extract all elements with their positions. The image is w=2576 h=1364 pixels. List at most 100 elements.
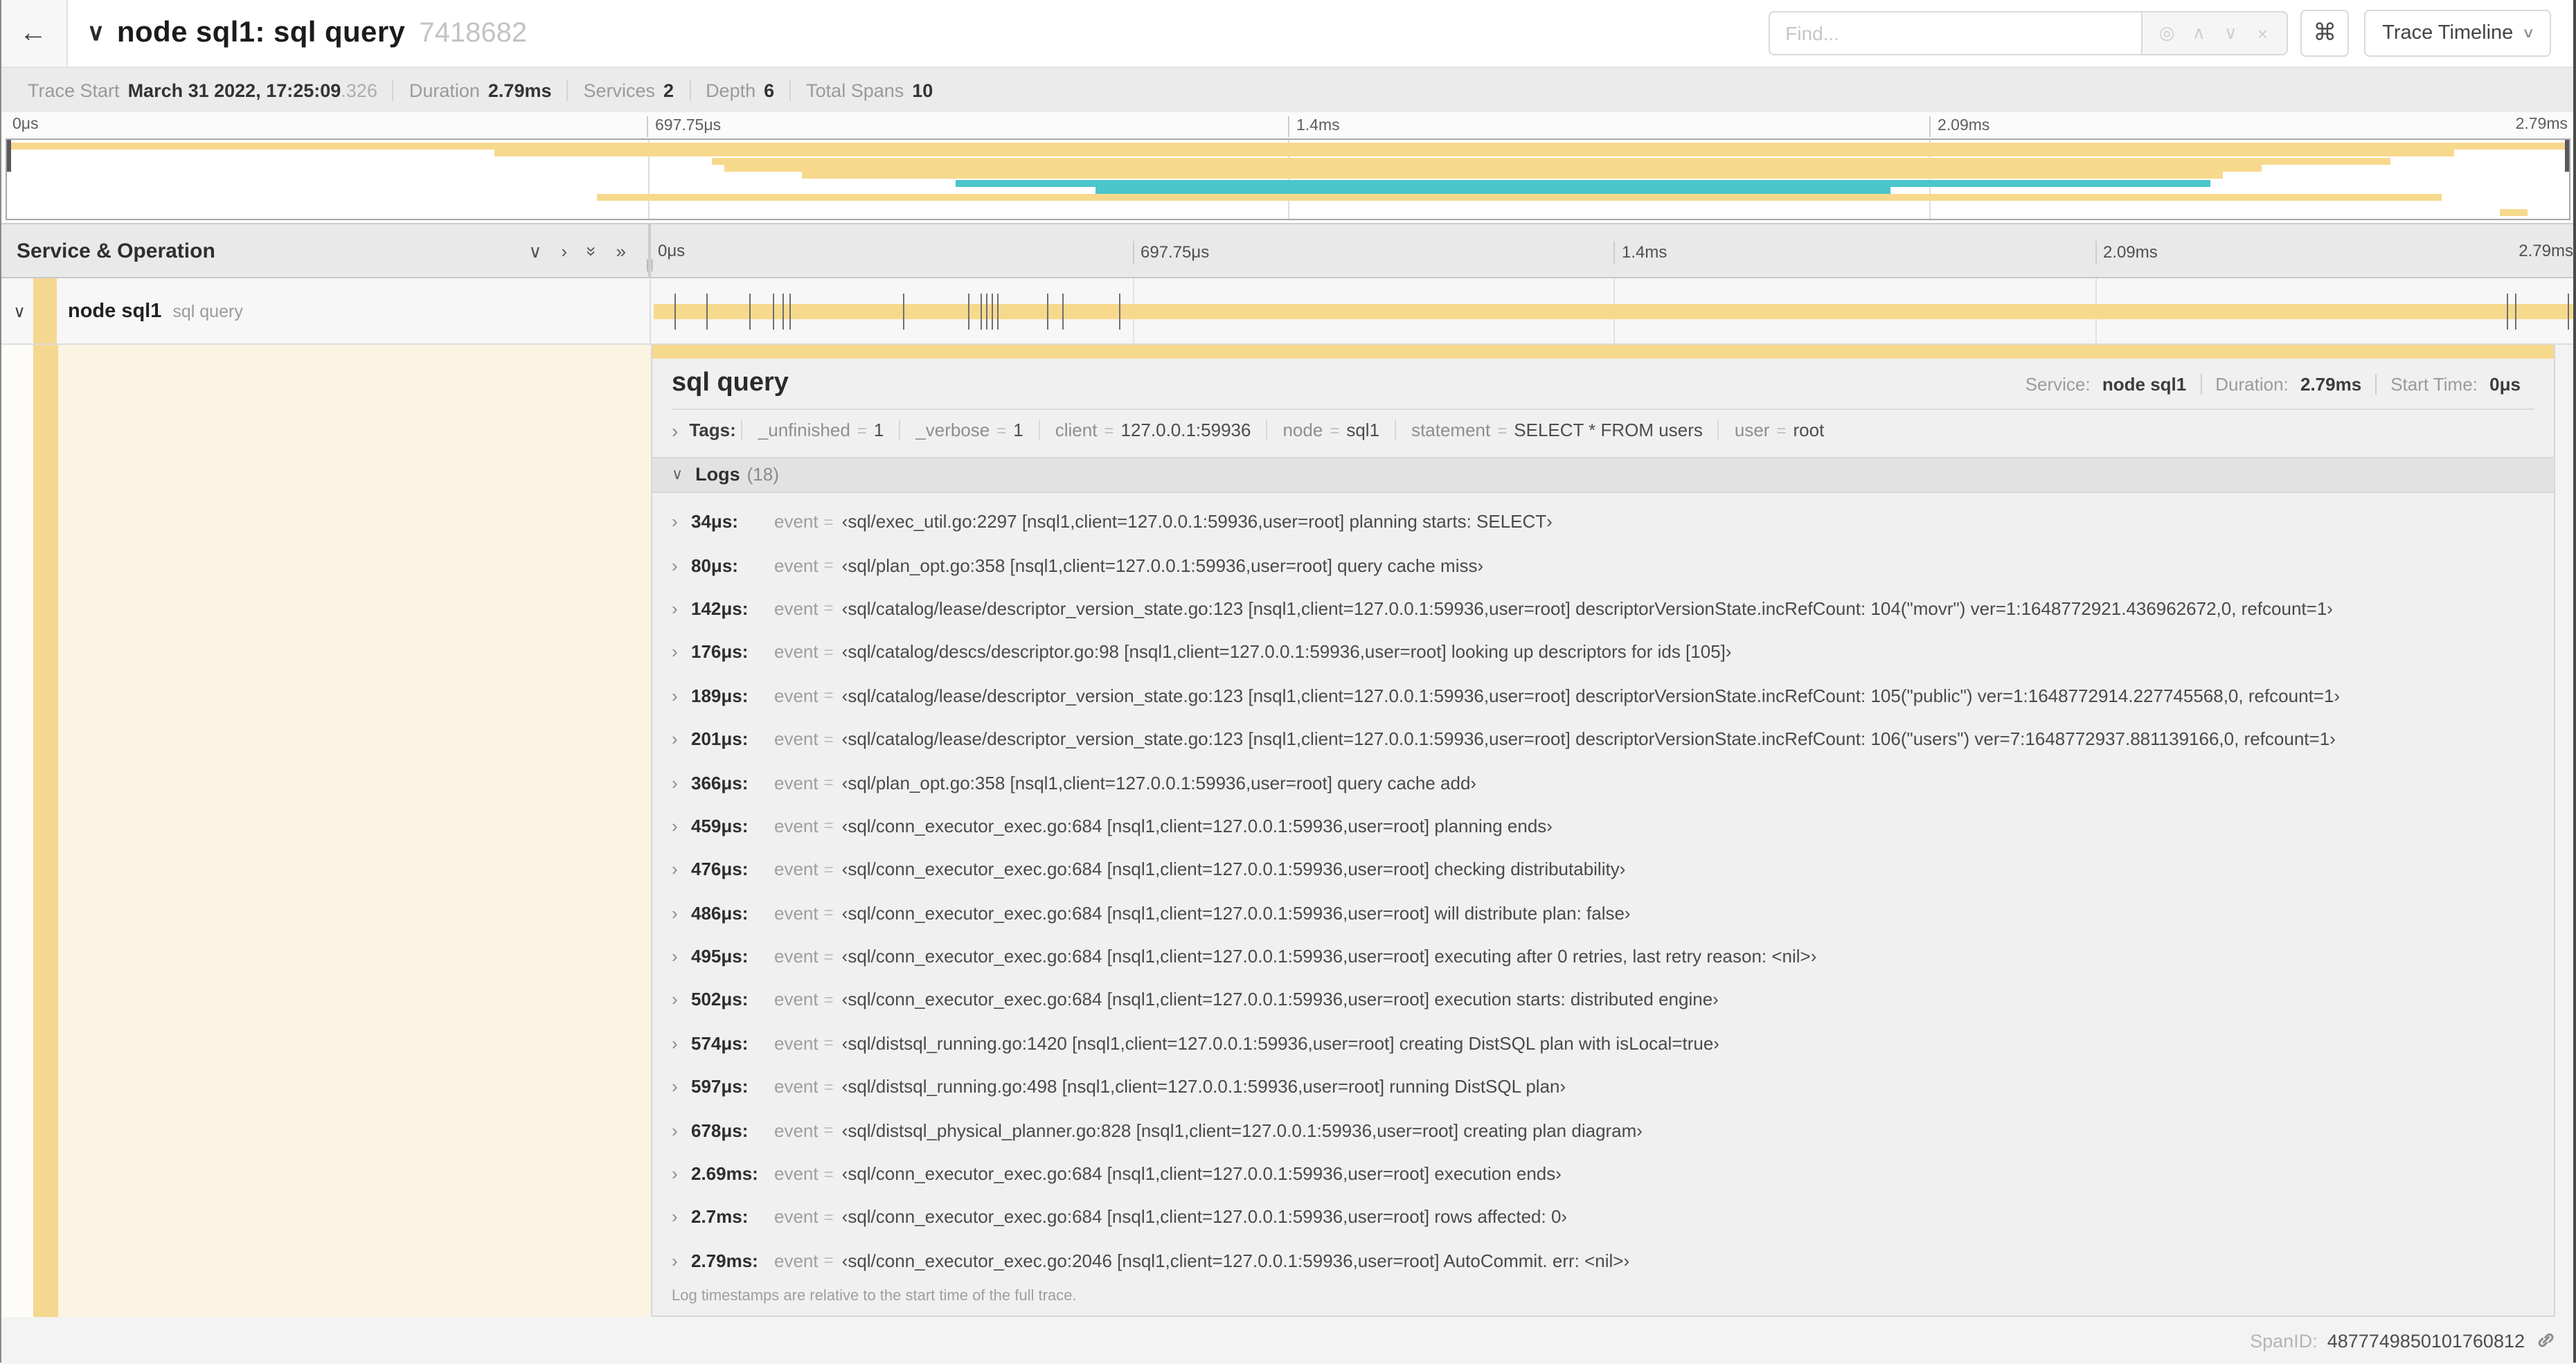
log-timestamp: 597μs: [691, 1076, 749, 1097]
span-row-name-cell[interactable]: ∨ node sql1 sql query [0, 278, 651, 343]
log-row[interactable]: › 201μs: event = ‹sql/catalog/lease/desc… [672, 717, 2534, 761]
minimap-canvas[interactable] [6, 138, 2570, 220]
log-row[interactable]: › 486μs: event = ‹sql/conn_executor_exec… [672, 891, 2534, 935]
chevron-down-icon[interactable]: ∨ [672, 466, 683, 484]
chevron-right-icon[interactable]: › [672, 1076, 691, 1097]
span-service-name: node sql1 [68, 300, 162, 322]
span-bar-track[interactable] [651, 278, 2576, 343]
log-row[interactable]: › 189μs: event = ‹sql/catalog/lease/desc… [672, 674, 2534, 717]
log-row[interactable]: › 2.7ms: event = ‹sql/conn_executor_exec… [672, 1195, 2534, 1239]
chevron-right-icon[interactable]: › [672, 859, 691, 880]
log-equals: = [823, 946, 834, 967]
log-row[interactable]: › 142μs: event = ‹sql/catalog/lease/desc… [672, 587, 2534, 631]
chevron-right-icon[interactable]: › [672, 511, 691, 532]
meta-value: node sql1 [2102, 373, 2187, 395]
log-row[interactable]: › 2.79ms: event = ‹sql/conn_executor_exe… [672, 1239, 2534, 1282]
log-timestamp: 486μs: [691, 902, 749, 924]
log-value: ‹sql/plan_opt.go:358 [nsql1,client=127.0… [841, 555, 1484, 576]
top-controls: ◎ ∧ ∨ × ⌘ Trace Timeline ∨ [1769, 10, 2551, 57]
minimap-right-scrubber[interactable] [2565, 140, 2569, 172]
trace-title-group[interactable]: ∨ node sql1: sql query 7418682 [87, 17, 1769, 50]
span-duration-bar[interactable] [654, 303, 2573, 318]
chevron-down-icon: ∨ [2521, 26, 2535, 41]
log-row[interactable]: › 678μs: event = ‹sql/distsql_physical_p… [672, 1109, 2534, 1152]
chevron-right-icon[interactable]: › [672, 989, 691, 1010]
log-field-name: event [774, 685, 819, 706]
chevron-right-icon[interactable]: › [672, 555, 691, 575]
log-equals: = [823, 729, 834, 749]
chevron-right-icon[interactable]: › [672, 1033, 691, 1054]
summary-label: Depth [706, 80, 756, 100]
find-prev-icon[interactable]: ∧ [2183, 12, 2215, 54]
log-field-name: event [774, 815, 819, 836]
log-row[interactable]: › 574μs: event = ‹sql/distsql_running.go… [672, 1021, 2534, 1065]
logs-count: (18) [746, 464, 779, 485]
detail-operation-title: sql query [672, 368, 789, 397]
chevron-right-icon[interactable]: › [672, 598, 691, 619]
log-row[interactable]: › 366μs: event = ‹sql/plan_opt.go:358 [n… [672, 761, 2534, 805]
view-selector-button[interactable]: Trace Timeline ∨ [2364, 10, 2551, 57]
chevron-down-icon[interactable]: ∨ [87, 19, 105, 47]
chevron-right-icon[interactable]: › [672, 420, 678, 442]
log-row[interactable]: › 597μs: event = ‹sql/distsql_running.go… [672, 1065, 2534, 1109]
trace-id-short: 7418682 [419, 17, 528, 48]
log-timestamp: 80μs: [691, 555, 738, 576]
expand-one-icon[interactable]: › [561, 242, 567, 260]
log-field-name: event [774, 1032, 819, 1054]
logs-header[interactable]: ∨ Logs (18) [652, 456, 2554, 493]
detail-meta: Service: node sql1 Duration: 2.79ms Star… [2012, 373, 2534, 395]
log-timestamp: 34μs: [691, 511, 738, 532]
find-input[interactable] [1769, 11, 2142, 55]
chevron-right-icon[interactable]: › [672, 1163, 691, 1184]
log-timestamp: 574μs: [691, 1032, 749, 1054]
tag-value: SELECT * FROM users [1514, 420, 1703, 441]
tag-key: user [1734, 420, 1770, 441]
chevron-right-icon[interactable]: › [672, 1207, 691, 1228]
log-row[interactable]: › 34μs: event = ‹sql/exec_util.go:2297 [… [672, 500, 2534, 544]
log-row[interactable]: › 476μs: event = ‹sql/conn_executor_exec… [672, 847, 2534, 891]
log-timestamp: 201μs: [691, 728, 749, 750]
log-row[interactable]: › 502μs: event = ‹sql/conn_executor_exec… [672, 978, 2534, 1022]
collapse-one-icon[interactable]: ∨ [528, 242, 542, 260]
minimap-left-scrubber[interactable] [7, 140, 11, 172]
tag-equals: = [1330, 421, 1340, 441]
keyboard-shortcuts-button[interactable]: ⌘ [2300, 10, 2350, 57]
deep-link-icon[interactable] [2534, 1330, 2555, 1351]
log-equals: = [823, 1120, 834, 1140]
chevron-right-icon[interactable]: › [672, 772, 691, 793]
collapse-all-icon[interactable]: » [581, 246, 602, 255]
log-value: ‹sql/distsql_running.go:498 [nsql1,clien… [841, 1076, 1566, 1097]
log-field-name: event [774, 598, 819, 619]
trace-minimap: 0μs 697.75μs 1.4ms 2.09ms 2.79ms [0, 112, 2576, 223]
tag-value: 1 [873, 420, 884, 441]
chevron-right-icon[interactable]: › [672, 816, 691, 836]
log-timestamp: 476μs: [691, 859, 749, 880]
log-row[interactable]: › 176μs: event = ‹sql/catalog/descs/desc… [672, 630, 2534, 674]
log-timestamp: 459μs: [691, 815, 749, 836]
chevron-right-icon[interactable]: › [672, 685, 691, 706]
log-row[interactable]: › 80μs: event = ‹sql/plan_opt.go:358 [ns… [672, 544, 2534, 587]
chevron-right-icon[interactable]: › [672, 1250, 691, 1271]
log-timestamp: 176μs: [691, 641, 749, 663]
chevron-right-icon[interactable]: › [672, 1120, 691, 1140]
log-row[interactable]: › 495μs: event = ‹sql/conn_executor_exec… [672, 935, 2534, 978]
chevron-right-icon[interactable]: › [672, 946, 691, 967]
log-row[interactable]: › 2.69ms: event = ‹sql/conn_executor_exe… [672, 1152, 2534, 1196]
span-detail-panel: sql query Service: node sql1 Duration: 2… [651, 345, 2555, 1317]
chevron-right-icon[interactable]: › [672, 728, 691, 749]
locate-icon[interactable]: ◎ [2151, 12, 2183, 54]
find-next-icon[interactable]: ∨ [2215, 12, 2246, 54]
chevron-right-icon[interactable]: › [672, 642, 691, 663]
chevron-right-icon[interactable]: › [672, 902, 691, 923]
chevron-down-icon[interactable]: ∨ [8, 301, 30, 321]
find-clear-icon[interactable]: × [2246, 12, 2278, 54]
back-button[interactable]: ← [0, 0, 68, 66]
tags-row[interactable]: › Tags: _unfinished = 1 _verbose = 1 cli… [672, 410, 2534, 451]
log-timestamp: 2.79ms: [691, 1250, 758, 1271]
expand-all-icon[interactable]: » [616, 242, 626, 260]
log-row[interactable]: › 459μs: event = ‹sql/conn_executor_exec… [672, 804, 2534, 847]
trace-summary-item: Total Spans 10 [789, 80, 948, 100]
log-marker-tick [782, 293, 784, 329]
tag-equals: = [1497, 421, 1508, 441]
log-value: ‹sql/conn_executor_exec.go:684 [nsql1,cl… [841, 859, 1626, 880]
